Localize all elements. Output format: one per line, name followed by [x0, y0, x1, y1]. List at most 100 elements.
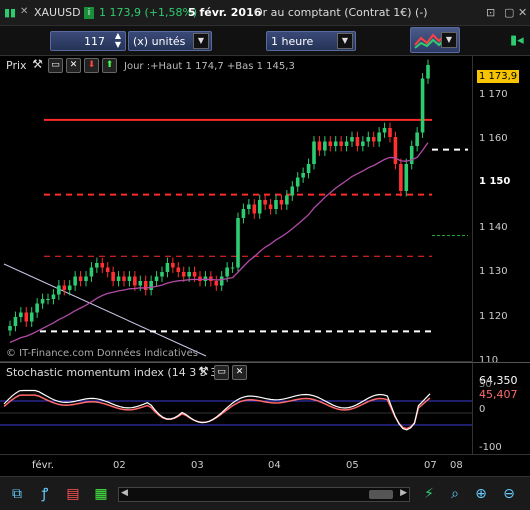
candle	[230, 267, 235, 269]
candle	[257, 200, 262, 214]
scroll-right-icon[interactable]: ▶	[400, 488, 407, 498]
date-axis: févr. 02 03 04 05 07 08	[0, 454, 530, 476]
stochastic-pane[interactable]: Stochastic momentum index (14 3 5 3) ⚒ ▭…	[0, 362, 472, 454]
drawing-tools-icon[interactable]: ▤	[64, 485, 82, 503]
candle	[19, 312, 23, 317]
price-tick: 1 140	[479, 222, 508, 233]
candle	[214, 281, 219, 286]
price-chart-pane[interactable]: Prix ⚒ ▭ ✕ ⬇ ⬆ Jour :+Haut 1 174,7 +Bas …	[0, 56, 472, 362]
zoom-fit-icon[interactable]: ⌕	[446, 485, 464, 503]
date-tick: 02	[113, 460, 126, 471]
price-tick: 1 150	[479, 176, 511, 187]
candle	[111, 272, 115, 281]
units-value: 117	[84, 35, 105, 48]
candle	[171, 263, 175, 268]
delete-icon[interactable]: ✕	[232, 365, 247, 380]
market-open-icon: i	[84, 7, 94, 19]
candle	[105, 267, 110, 272]
candle	[339, 141, 343, 146]
date-tick: 07	[424, 460, 437, 471]
candle	[127, 276, 132, 281]
candle	[312, 141, 316, 164]
candle	[133, 276, 137, 286]
candle	[415, 132, 419, 146]
move-up-icon[interactable]: ⬆	[102, 58, 117, 73]
scroll-left-icon[interactable]: ◀	[121, 488, 128, 498]
candle	[149, 281, 153, 290]
zoom-out-icon[interactable]: ⊖	[500, 485, 518, 503]
window-icon[interactable]: ▭	[214, 365, 229, 380]
candle	[382, 128, 387, 133]
candle	[187, 272, 191, 277]
indicator-icon[interactable]: ꝭ	[36, 485, 54, 503]
candle	[154, 276, 159, 281]
price-pane-label: Prix	[6, 59, 27, 72]
side-panel-icon[interactable]: ▮◂	[510, 33, 524, 48]
maximize-icon[interactable]: ▢	[504, 6, 514, 19]
candle	[116, 276, 121, 281]
moving-average-line	[9, 142, 429, 343]
candle	[361, 141, 365, 146]
candle	[252, 204, 257, 214]
price-change: 1 173,9 (+1,58%)	[99, 6, 198, 19]
candle	[350, 137, 354, 142]
auto-scroll-icon[interactable]: ⚡	[420, 485, 438, 503]
move-down-icon[interactable]: ⬇	[84, 58, 99, 73]
candle	[24, 312, 29, 322]
chart-type-icon[interactable]: ⧉	[8, 485, 26, 503]
close-icon[interactable]: ✕	[20, 6, 28, 17]
stepper-arrows-icon[interactable]: ▲ ▼	[115, 31, 121, 49]
chevron-down-icon[interactable]: ▼	[337, 33, 353, 49]
candle	[268, 204, 273, 209]
units-stepper[interactable]: 117 ▲ ▼	[50, 31, 126, 51]
stoch-main-line	[3, 389, 431, 431]
stoch-tick: 50	[479, 379, 492, 390]
candle	[219, 276, 224, 286]
candle	[247, 204, 251, 209]
delete-icon[interactable]: ✕	[66, 58, 81, 73]
candle	[160, 272, 164, 277]
window-close-icon[interactable]: ✕	[518, 6, 527, 19]
chart-style-button[interactable]: ▼	[410, 27, 460, 53]
chevron-down-icon[interactable]: ▼	[193, 33, 209, 49]
watermark: © IT-Finance.com Données indicatives	[6, 348, 198, 359]
candle	[100, 263, 105, 268]
candle	[62, 285, 67, 290]
date-tick: 08	[450, 460, 463, 471]
candle	[95, 263, 99, 268]
symbol-name[interactable]: XAUUSD	[34, 6, 81, 19]
candle	[122, 276, 126, 281]
date-tick: févr.	[32, 460, 54, 471]
wrench-icon[interactable]: ⚒	[30, 58, 45, 73]
units-select[interactable]: (x) unités ▼	[128, 31, 212, 51]
alerts-icon[interactable]: ▦	[92, 485, 110, 503]
candle	[29, 312, 34, 322]
candle	[333, 141, 338, 146]
bottom-toolbar: ⧉ ꝭ ▤ ▦ ◀ ▶ ⚡ ⌕ ⊕ ⊖	[0, 476, 530, 510]
scrollbar-thumb[interactable]	[369, 490, 393, 499]
window-icon[interactable]: ▭	[48, 58, 63, 73]
horizontal-scrollbar[interactable]: ◀ ▶	[118, 487, 410, 502]
candle	[138, 281, 143, 286]
day-range-info: Jour :+Haut 1 174,7 +Bas 1 145,3	[124, 61, 295, 72]
wrench-icon[interactable]: ⚒	[196, 365, 211, 380]
candle	[73, 276, 77, 286]
timeframe-select[interactable]: 1 heure ▼	[266, 31, 356, 51]
title-bar: ▮▮ ✕ XAUUSD i 1 173,9 (+1,58%) 5 févr. 2…	[0, 0, 530, 26]
candle	[181, 272, 186, 277]
date-tick: 05	[346, 460, 359, 471]
zoom-in-icon[interactable]: ⊕	[472, 485, 490, 503]
candle	[176, 267, 181, 272]
candle	[46, 299, 50, 300]
trend-line	[3, 263, 207, 357]
price-axis: 1 173,9 1 170 1 160 1 150 1 140 1 130 1 …	[472, 56, 530, 366]
pin-icon[interactable]: ⊡	[486, 6, 495, 19]
candle	[241, 209, 246, 218]
chevron-down-icon[interactable]: ▼	[441, 32, 457, 48]
last-price-tag: 1 173,9	[477, 70, 520, 83]
candle	[67, 285, 72, 290]
market-name: Or au comptant (Contrat 1€) (-)	[254, 6, 428, 19]
candle	[409, 146, 414, 164]
date-tick: 04	[268, 460, 281, 471]
candle	[57, 285, 61, 295]
